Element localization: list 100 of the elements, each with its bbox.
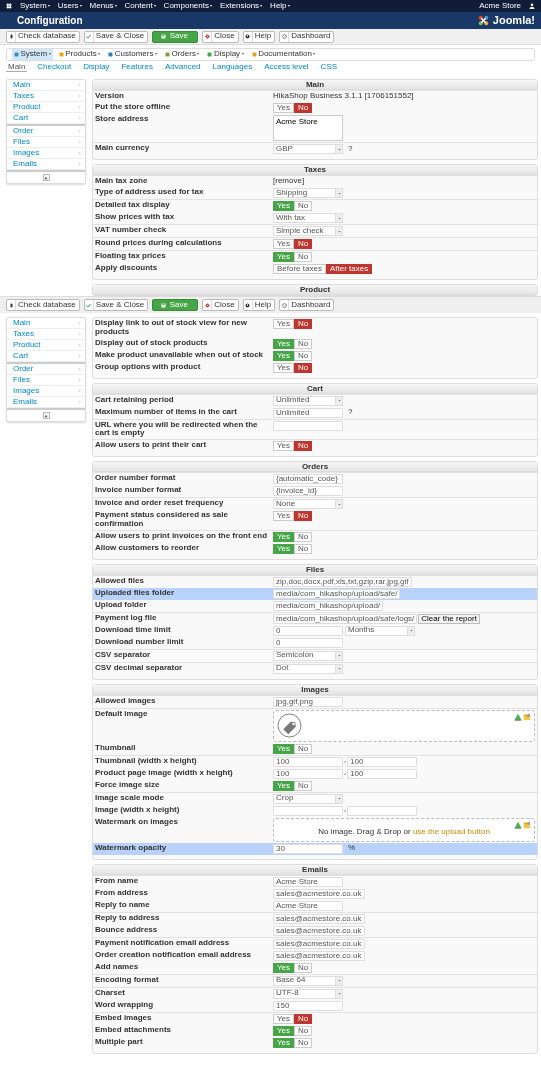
toggle-option[interactable]: Yes — [273, 362, 295, 373]
input-field[interactable]: 100 — [273, 756, 343, 767]
input-field[interactable]: 100 — [273, 768, 343, 779]
sidebar-item[interactable]: Emails — [7, 159, 85, 170]
input-field[interactable]: jpg,gif,png — [273, 696, 343, 707]
tab[interactable]: Checkout — [35, 63, 74, 72]
toggle-option[interactable]: Before taxes — [273, 264, 326, 274]
select-field[interactable]: Unlimited — [273, 395, 343, 406]
toggle-option[interactable]: No — [294, 962, 313, 973]
toggle-option[interactable]: No — [294, 743, 313, 754]
toggle-option[interactable]: Yes — [273, 239, 295, 249]
drop-zone[interactable] — [273, 709, 535, 742]
input-field[interactable]: media/com_hikashop/upload/safe/logs/ — [273, 613, 418, 624]
toggle-option[interactable]: No — [294, 319, 313, 329]
user-menu[interactable]: Acme Store — [479, 1, 521, 11]
sidebar-item[interactable]: Taxes — [7, 329, 85, 340]
sidebar-item[interactable]: Cart — [7, 113, 85, 124]
input-field[interactable]: sales@acmestore.co.uk — [273, 938, 365, 949]
select-field[interactable]: UTF-8 — [273, 988, 343, 999]
select-field[interactable]: Months — [345, 625, 415, 636]
select-field[interactable]: Shipping — [273, 188, 343, 198]
toggle-option[interactable]: No — [294, 239, 313, 249]
menu-tab[interactable]: Products — [56, 49, 103, 60]
input-field[interactable]: 30 — [273, 843, 343, 854]
input-field[interactable]: media/com_hikashop/upload/ — [273, 600, 384, 611]
input-field[interactable]: 0 — [273, 625, 343, 636]
toggle-option[interactable]: Yes — [273, 103, 295, 113]
input-field[interactable]: {invoice_id} — [273, 486, 343, 497]
toggle-option[interactable]: Yes — [273, 319, 295, 329]
sidebar-item[interactable]: Cart — [7, 351, 85, 362]
toolbar-button[interactable]: Help — [242, 30, 276, 43]
toolbar-button[interactable]: Save & Close — [83, 299, 149, 311]
input-field[interactable]: Acme Store — [273, 876, 343, 887]
toggle-option[interactable]: No — [294, 201, 313, 211]
select-field[interactable]: Semicolon — [273, 650, 343, 661]
sidebar-item[interactable]: Main — [7, 80, 85, 91]
toggle-option[interactable]: No — [294, 252, 313, 262]
tab[interactable]: Main — [6, 62, 28, 73]
tab[interactable]: Features — [119, 63, 155, 72]
menu-tab[interactable]: Customers — [106, 49, 159, 60]
tab[interactable]: Languages — [210, 63, 255, 72]
menu-tab[interactable]: System — [12, 49, 53, 60]
select-field[interactable]: Simple check — [273, 226, 343, 236]
toggle-option[interactable]: No — [294, 511, 313, 522]
toolbar-button[interactable]: Close — [202, 299, 239, 311]
input-field[interactable]: Acme Store — [273, 900, 343, 911]
select-field[interactable]: Crop — [273, 793, 343, 804]
sidebar-item[interactable]: Files — [7, 137, 85, 148]
menu-item[interactable]: Content — [124, 1, 156, 11]
toggle-option[interactable]: No — [294, 780, 313, 791]
select-field[interactable]: With tax — [273, 213, 343, 223]
toolbar-button[interactable]: Close — [202, 30, 239, 43]
toolbar-button[interactable]: Save & Close — [83, 30, 149, 43]
menu-item[interactable]: Extensions — [219, 1, 263, 11]
toolbar-button[interactable]: Help — [242, 299, 276, 311]
menu-item[interactable]: Components — [163, 1, 212, 11]
input-field[interactable]: 150 — [273, 1000, 343, 1011]
tab[interactable]: Advanced — [162, 63, 203, 72]
toggle-option[interactable]: After taxes — [325, 264, 373, 274]
clear-button[interactable]: Clear the report — [418, 613, 480, 624]
menu-item[interactable]: Help — [270, 1, 290, 11]
toggle-option[interactable]: No — [294, 338, 313, 349]
input-field[interactable]: Unlimited — [273, 407, 343, 418]
input-field[interactable]: zip,doc,docx,pdf,xls,txt,gzip,rar,jpg,gif — [273, 576, 412, 587]
input-field[interactable]: {automatic_code} — [273, 474, 343, 485]
input-field[interactable]: 100 — [347, 768, 417, 779]
tab[interactable]: Display — [81, 63, 112, 72]
sidebar-item[interactable]: Taxes — [7, 91, 85, 102]
input-field[interactable]: 100 — [347, 756, 417, 767]
input-field[interactable]: sales@acmestore.co.uk — [273, 950, 365, 961]
select-field[interactable]: None — [273, 499, 343, 510]
collapse-button[interactable] — [42, 174, 50, 181]
sidebar-item[interactable]: Product — [7, 102, 85, 113]
toolbar-button[interactable]: Check database — [6, 30, 80, 43]
menu-tab[interactable]: Orders — [162, 49, 202, 60]
input-field[interactable]: media/com_hikashop/upload/safe/ — [273, 588, 401, 599]
toggle-option[interactable]: No — [294, 350, 313, 361]
menu-item[interactable]: Menus — [89, 1, 117, 11]
sidebar-item[interactable]: Order — [7, 126, 85, 137]
sidebar-item[interactable]: Images — [7, 148, 85, 159]
input-field[interactable] — [273, 420, 343, 431]
tab[interactable]: CSS — [318, 63, 340, 72]
toggle-option[interactable]: Yes — [273, 1013, 295, 1024]
toggle-option[interactable]: No — [294, 1013, 313, 1024]
select-field[interactable]: Dot — [273, 663, 343, 674]
toggle-option[interactable]: No — [294, 1037, 313, 1048]
sidebar-item[interactable]: Order — [7, 364, 85, 375]
toggle-option[interactable]: No — [294, 362, 313, 373]
menu-tab[interactable]: Display — [205, 49, 246, 60]
tab[interactable]: Access level — [262, 63, 311, 72]
sidebar-item[interactable]: Images — [7, 386, 85, 397]
toggle-option[interactable]: Yes — [273, 441, 295, 452]
sidebar-item[interactable]: Main — [7, 318, 85, 329]
menu-tab[interactable]: Documentation — [249, 49, 318, 60]
toggle-option[interactable]: No — [294, 543, 313, 554]
toolbar-button[interactable]: Dashboard — [279, 30, 335, 43]
toolbar-button[interactable]: Dashboard — [279, 299, 335, 311]
input-field[interactable] — [347, 805, 417, 816]
toggle-option[interactable]: Yes — [273, 511, 295, 522]
menu-item[interactable]: Users — [57, 1, 82, 11]
